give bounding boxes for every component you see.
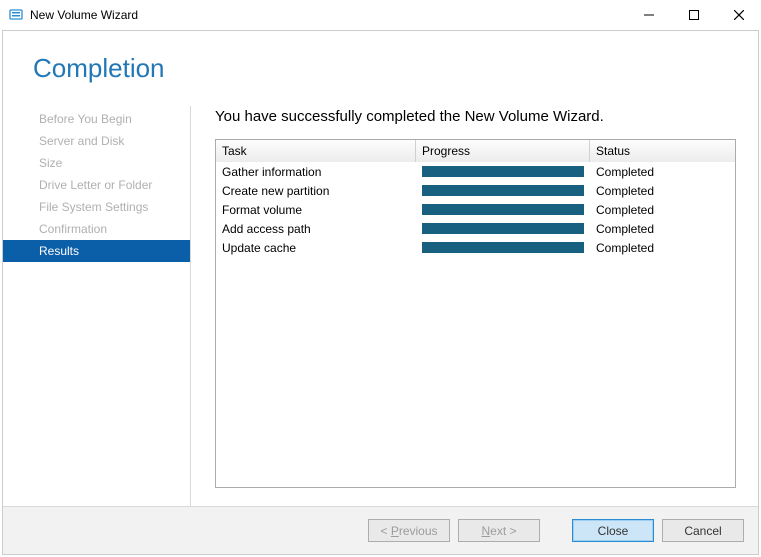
task-status: Completed xyxy=(590,165,735,179)
close-button[interactable]: Close xyxy=(572,519,654,542)
completion-message: You have successfully completed the New … xyxy=(215,108,736,125)
task-table-body: Gather information Completed Create new … xyxy=(216,162,735,487)
close-window-button[interactable] xyxy=(716,0,761,30)
task-name: Add access path xyxy=(216,222,416,236)
previous-button[interactable]: < Previous xyxy=(368,519,450,542)
task-name: Format volume xyxy=(216,203,416,217)
table-row: Create new partition Completed xyxy=(216,181,735,200)
task-progress xyxy=(416,166,590,177)
table-row: Gather information Completed xyxy=(216,162,735,181)
next-accel: N xyxy=(481,524,490,538)
sidebar-item-label: Drive Letter or Folder xyxy=(39,178,152,192)
sidebar-item-label: File System Settings xyxy=(39,200,148,214)
next-button[interactable]: Next > xyxy=(458,519,540,542)
column-header-progress[interactable]: Progress xyxy=(416,140,590,162)
sidebar-item-label: Server and Disk xyxy=(39,134,124,148)
page-heading: Completion xyxy=(33,53,758,84)
sidebar-item-label: Confirmation xyxy=(39,222,107,236)
titlebar: New Volume Wizard xyxy=(0,0,761,30)
app-icon xyxy=(8,7,24,23)
progress-bar xyxy=(422,223,584,234)
sidebar-item-label: Results xyxy=(39,244,79,258)
task-status: Completed xyxy=(590,222,735,236)
maximize-button[interactable] xyxy=(671,0,716,30)
task-progress xyxy=(416,204,590,215)
cancel-button[interactable]: Cancel xyxy=(662,519,744,542)
task-name: Gather information xyxy=(216,165,416,179)
sidebar-item-results[interactable]: Results xyxy=(3,240,190,262)
task-table-header: Task Progress Status xyxy=(216,140,735,162)
task-status: Completed xyxy=(590,184,735,198)
table-row: Add access path Completed xyxy=(216,219,735,238)
task-table: Task Progress Status Gather information … xyxy=(215,139,736,488)
task-progress xyxy=(416,185,590,196)
progress-bar xyxy=(422,185,584,196)
sidebar-item-confirmation[interactable]: Confirmation xyxy=(3,218,190,240)
sidebar-item-before-you-begin[interactable]: Before You Begin xyxy=(3,108,190,130)
wizard-footer: < Previous Next > Close Cancel xyxy=(3,506,758,554)
progress-bar xyxy=(422,204,584,215)
progress-bar xyxy=(422,242,584,253)
minimize-button[interactable] xyxy=(626,0,671,30)
sidebar-item-file-system-settings[interactable]: File System Settings xyxy=(3,196,190,218)
task-status: Completed xyxy=(590,203,735,217)
spacer xyxy=(215,488,736,506)
prev-accel: P xyxy=(391,524,399,538)
sidebar-item-drive-letter-or-folder[interactable]: Drive Letter or Folder xyxy=(3,174,190,196)
column-header-status[interactable]: Status xyxy=(590,140,735,162)
column-header-task[interactable]: Task xyxy=(216,140,416,162)
wizard-sidebar: Before You Begin Server and Disk Size Dr… xyxy=(3,106,191,506)
next-suffix: ext > xyxy=(490,524,516,538)
task-progress xyxy=(416,242,590,253)
sidebar-item-label: Size xyxy=(39,156,62,170)
task-name: Create new partition xyxy=(216,184,416,198)
task-progress xyxy=(416,223,590,234)
sidebar-item-server-and-disk[interactable]: Server and Disk xyxy=(3,130,190,152)
prev-suffix: revious xyxy=(399,524,438,538)
window-title: New Volume Wizard xyxy=(30,8,138,22)
task-status: Completed xyxy=(590,241,735,255)
wizard-frame: Completion Before You Begin Server and D… xyxy=(2,30,759,555)
table-row: Format volume Completed xyxy=(216,200,735,219)
heading-area: Completion xyxy=(3,31,758,106)
table-row: Update cache Completed xyxy=(216,238,735,257)
prev-prefix: < xyxy=(380,524,390,538)
sidebar-item-size[interactable]: Size xyxy=(3,152,190,174)
window-controls xyxy=(626,0,761,30)
progress-bar xyxy=(422,166,584,177)
main-panel: You have successfully completed the New … xyxy=(191,106,758,506)
body-area: Before You Begin Server and Disk Size Dr… xyxy=(3,106,758,506)
task-name: Update cache xyxy=(216,241,416,255)
sidebar-item-label: Before You Begin xyxy=(39,112,132,126)
